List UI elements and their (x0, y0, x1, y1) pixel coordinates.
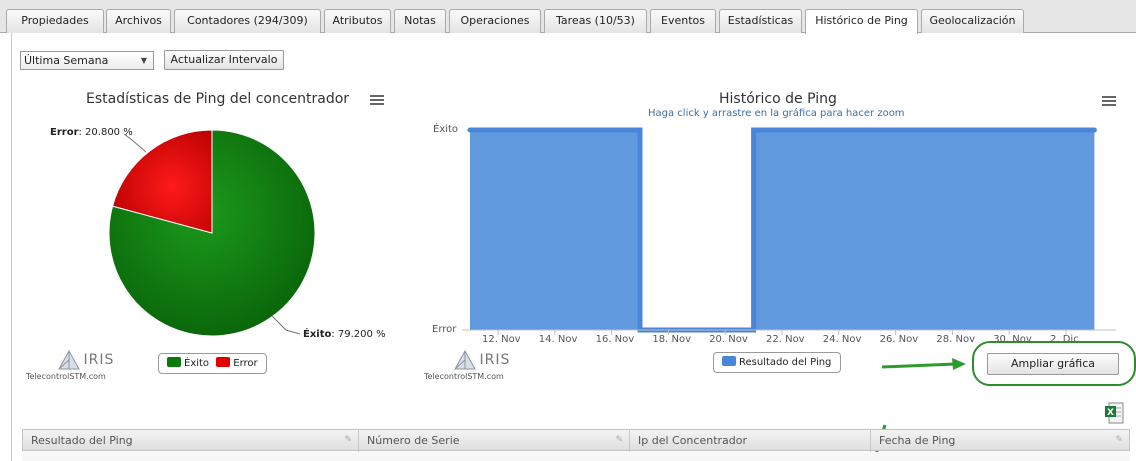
edit-icon: ✎ (615, 435, 623, 445)
grid-column-label: Fecha de Ping (879, 434, 956, 447)
grid-header: Resultado del Ping ✎ Número de Serie ✎ Ip … (22, 429, 1130, 452)
grid-column-date[interactable]: Fecha de Ping ✎ (871, 430, 1129, 452)
excel-export-icon[interactable]: X (1104, 402, 1124, 424)
grid-column-serial[interactable]: Número de Serie ✎ (359, 430, 630, 452)
annotation-arrow-horizontal (881, 362, 957, 369)
grid-column-label: Número de Serie (367, 434, 460, 447)
zoom-chart-button[interactable]: Ampliar gráfica (987, 353, 1119, 375)
svg-text:X: X (1107, 408, 1114, 418)
edit-icon: ✎ (344, 435, 352, 445)
edit-icon: ✎ (1115, 435, 1123, 445)
grid-column-ping-result[interactable]: Resultado del Ping ✎ (23, 430, 359, 452)
table-row[interactable] (22, 452, 1130, 461)
arrow-head-icon (952, 358, 966, 370)
grid-column-label: Ip del Concentrador (638, 434, 748, 447)
grid-column-label: Resultado del Ping (31, 434, 133, 447)
annotation-arrows (872, 358, 966, 461)
grid-column-ip[interactable]: Ip del Concentrador (630, 430, 871, 452)
